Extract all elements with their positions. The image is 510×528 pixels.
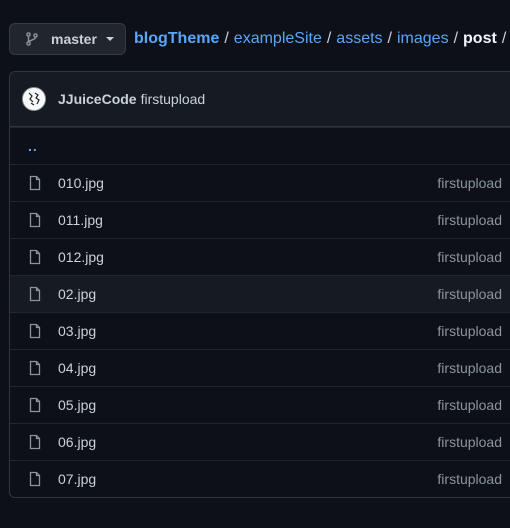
parent-directory-label: ..	[28, 138, 38, 154]
file-commit-link[interactable]: firstupload	[437, 286, 502, 302]
file-row: 06.jpg firstupload	[10, 423, 510, 460]
file-commit-link[interactable]: firstupload	[437, 212, 502, 228]
breadcrumb-separator: /	[453, 30, 459, 47]
breadcrumb-separator: /	[224, 30, 229, 47]
breadcrumb-link-images[interactable]: images	[397, 30, 449, 48]
file-commit-link[interactable]: firstupload	[437, 323, 502, 339]
file-row: 012.jpg firstupload	[10, 238, 510, 275]
commit-message-link[interactable]: firstupload	[141, 91, 206, 107]
file-icon	[27, 323, 43, 339]
path-bar: master blogTheme / exampleSite / assets …	[9, 23, 510, 55]
breadcrumb-separator: /	[387, 30, 392, 47]
file-commit-link[interactable]: firstupload	[437, 175, 502, 191]
file-row: 05.jpg firstupload	[10, 386, 510, 423]
breadcrumb-current: post	[463, 30, 497, 47]
file-name-link[interactable]: 04.jpg	[58, 360, 96, 376]
file-icon	[27, 286, 43, 302]
file-commit-link[interactable]: firstupload	[437, 434, 502, 450]
breadcrumb-repo-link[interactable]: blogTheme	[134, 30, 219, 48]
file-icon	[27, 434, 43, 450]
branch-select-button[interactable]: master	[9, 23, 126, 55]
file-name-link[interactable]: 012.jpg	[58, 249, 104, 265]
avatar[interactable]	[22, 87, 46, 111]
file-icon	[27, 175, 43, 191]
chevron-down-icon	[105, 37, 114, 41]
file-commit-link[interactable]: firstupload	[437, 471, 502, 487]
commit-author-link[interactable]: JJuiceCode	[58, 91, 137, 107]
file-name-link[interactable]: 02.jpg	[58, 286, 96, 302]
latest-commit-header: JJuiceCode firstupload	[10, 72, 510, 127]
file-icon	[27, 471, 43, 487]
file-commit-link[interactable]: firstupload	[437, 360, 502, 376]
breadcrumb-separator: /	[326, 30, 332, 47]
file-browser: master blogTheme / exampleSite / assets …	[0, 0, 510, 528]
file-icon	[27, 360, 43, 376]
file-row: 011.jpg firstupload	[10, 201, 510, 238]
file-row: 010.jpg firstupload	[10, 164, 510, 201]
file-icon	[27, 397, 43, 413]
breadcrumb-link-examplesite[interactable]: exampleSite	[234, 30, 322, 48]
file-row: 03.jpg firstupload	[10, 312, 510, 349]
parent-directory-link[interactable]: ..	[10, 127, 510, 164]
file-row: 02.jpg firstupload	[10, 275, 510, 312]
breadcrumb-link-assets[interactable]: assets	[336, 30, 382, 48]
file-name-link[interactable]: 03.jpg	[58, 323, 96, 339]
file-name-link[interactable]: 011.jpg	[58, 212, 103, 228]
file-name-link[interactable]: 07.jpg	[58, 471, 96, 487]
branch-label: master	[51, 31, 97, 47]
file-icon	[27, 249, 43, 265]
file-commit-link[interactable]: firstupload	[437, 397, 502, 413]
file-icon	[27, 212, 43, 228]
breadcrumb-separator: /	[501, 30, 507, 47]
file-row: 04.jpg firstupload	[10, 349, 510, 386]
file-name-link[interactable]: 05.jpg	[58, 397, 96, 413]
git-branch-icon	[24, 31, 40, 47]
breadcrumb: blogTheme / exampleSite / assets / image…	[134, 30, 510, 48]
file-commit-link[interactable]: firstupload	[437, 249, 502, 265]
file-name-link[interactable]: 06.jpg	[58, 434, 96, 450]
file-name-link[interactable]: 010.jpg	[58, 175, 104, 191]
file-list-box: JJuiceCode firstupload .. 010.jpg firstu…	[9, 71, 510, 498]
file-row: 07.jpg firstupload	[10, 460, 510, 497]
